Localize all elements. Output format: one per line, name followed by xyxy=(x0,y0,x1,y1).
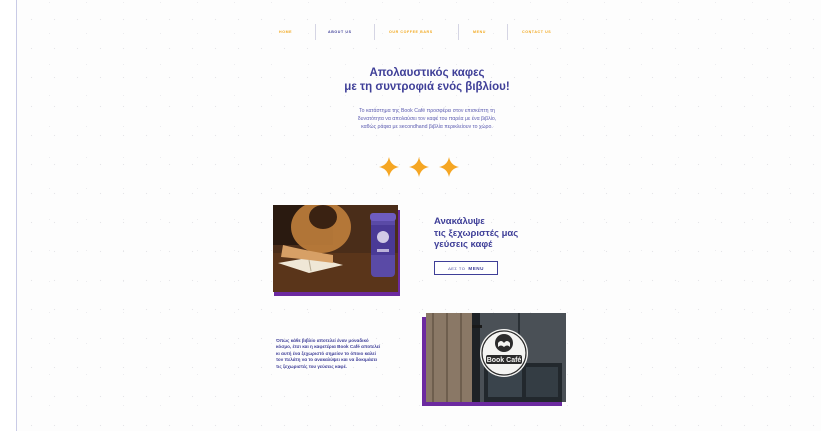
feature-heading-line: Ανακάλυψε xyxy=(434,216,485,227)
about-text-line: τις ξεχωριστές του γεύσεις καφέ. xyxy=(276,363,347,369)
hero-text-line: Το κατάστημα της Book Café προσφέρει στο… xyxy=(359,108,495,114)
star-icon xyxy=(439,157,459,177)
star-divider xyxy=(17,157,821,179)
reading-coffee-photo xyxy=(273,205,398,292)
nav-divider xyxy=(374,24,375,40)
nav-item-contact-us[interactable]: CONTACT US xyxy=(522,30,551,34)
nav-item-our-coffee-bars[interactable]: OUR COFFEE BARS xyxy=(389,30,433,34)
nav-item-about-us[interactable]: ABOUT US xyxy=(328,30,352,34)
sign-text: Book Café xyxy=(487,357,522,364)
star-icon xyxy=(379,157,399,177)
nav-divider xyxy=(458,24,459,40)
see-menu-button[interactable]: ΔΕΣ ΤΟ MENU xyxy=(434,261,498,275)
page: HOME ABOUT US OUR COFFEE BARS MENU CONTA… xyxy=(16,0,821,431)
feature-heading-line: τις ξεχωριστές μας xyxy=(434,227,519,239)
star-icon xyxy=(409,157,429,177)
hero-title: Απολαυστικός καφες με τη συντροφιά ενός … xyxy=(257,66,597,94)
hero-text-line: δυνατότητα να απολαύσει τον καφέ του παρ… xyxy=(357,115,497,122)
nav-item-menu[interactable]: MENU xyxy=(473,30,486,34)
nav-divider xyxy=(315,24,316,40)
hero-description: Το κατάστημα της Book Café προσφέρει στο… xyxy=(307,108,547,131)
menu-button-prefix: ΔΕΣ ΤΟ xyxy=(448,265,466,271)
about-paragraph: Όπως κάθε βιβλίο αποτελεί έναν μοναδικό … xyxy=(276,338,426,370)
feature-heading-line: γεύσεις καφέ xyxy=(434,239,493,250)
nav-divider xyxy=(507,24,508,40)
cafe-storefront-photo: Book Café xyxy=(426,313,566,402)
hero-title-line: Απολαυστικός καφες xyxy=(369,67,485,79)
hero-title-line: με τη συντροφιά ενός βιβλίου! xyxy=(344,81,510,93)
nav-item-home[interactable]: HOME xyxy=(279,30,292,34)
menu-button-label: MENU xyxy=(468,265,484,271)
top-nav: HOME ABOUT US OUR COFFEE BARS MENU CONTA… xyxy=(17,24,821,42)
hero-text-line: καθώς ράφια με secondhand βιβλία περικλε… xyxy=(361,123,493,130)
feature-heading: Ανακάλυψε τις ξεχωριστές μας γεύσεις καφ… xyxy=(434,216,564,251)
